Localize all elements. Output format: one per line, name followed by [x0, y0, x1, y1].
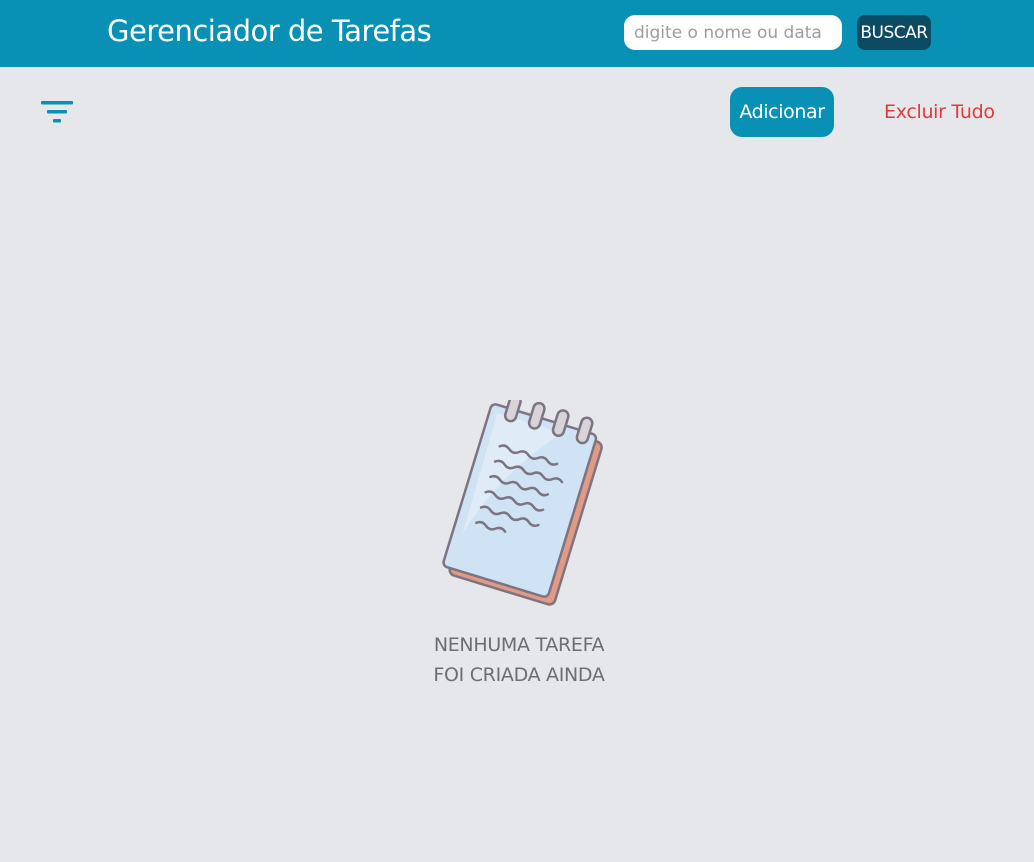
empty-state-line-2: FOI CRIADA AINDA [433, 664, 605, 686]
notepad-icon [442, 394, 603, 606]
delete-all-button[interactable]: Excluir Tudo [884, 101, 995, 123]
filter-button[interactable] [38, 96, 76, 128]
app-title: Gerenciador de Tarefas [107, 14, 432, 48]
add-task-button[interactable]: Adicionar [730, 87, 834, 137]
filter-icon [41, 101, 73, 123]
search-button[interactable]: BUSCAR [857, 15, 931, 50]
empty-state-message: NENHUMA TAREFA FOI CRIADA AINDA [369, 630, 669, 690]
empty-state-illustration [420, 394, 620, 615]
app-header: Gerenciador de Tarefas BUSCAR [0, 0, 1034, 67]
empty-state-line-1: NENHUMA TAREFA [433, 634, 605, 656]
search-input[interactable] [624, 15, 842, 50]
